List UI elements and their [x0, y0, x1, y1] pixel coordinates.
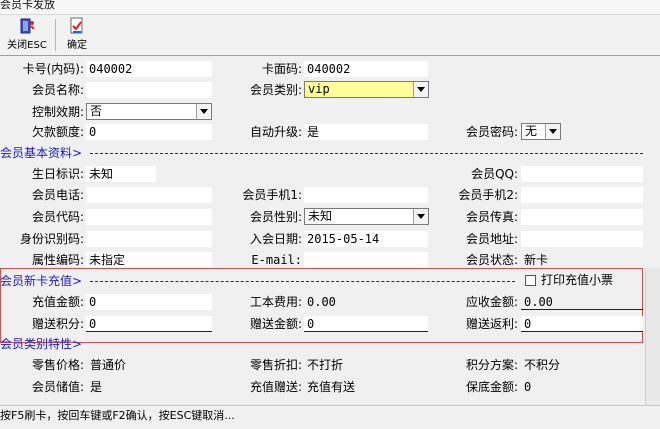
- join-date-label: 入会日期:: [249, 232, 302, 246]
- bonus-amount-label: 赠送金额:: [249, 317, 302, 331]
- exit-door-icon: [20, 18, 35, 34]
- mobile2-field[interactable]: [521, 187, 643, 203]
- discount-label: 零售折扣:: [249, 358, 302, 372]
- member-code-field[interactable]: [86, 209, 212, 225]
- email-label: E-mail:: [251, 253, 302, 267]
- qq-field[interactable]: [521, 166, 643, 182]
- birthday-label: 生日标识:: [31, 167, 84, 181]
- member-name-field[interactable]: [86, 82, 212, 98]
- member-password-value: 无: [525, 124, 538, 138]
- member-status-field: 新卡: [524, 253, 549, 267]
- confirm-label: 确定: [67, 40, 87, 51]
- bonus-rebate-label: 赠送返利:: [465, 317, 518, 331]
- close-esc-button[interactable]: 关闭ESC: [4, 17, 50, 53]
- qq-label: 会员QQ:: [471, 167, 518, 181]
- birthday-field[interactable]: 未知: [86, 166, 156, 182]
- card-no-field[interactable]: 040002: [86, 61, 212, 77]
- stored-value-value: 是: [90, 380, 103, 394]
- sale-price-label: 零售价格:: [31, 358, 84, 372]
- phone-label: 会员电话:: [31, 188, 84, 202]
- section-member-category: 会员类别特性>: [0, 337, 83, 351]
- section-divider: [90, 153, 643, 154]
- auto-upgrade-label: 自动升级:: [249, 125, 302, 139]
- email-field[interactable]: [304, 252, 428, 268]
- mobile2-label: 会员手机2:: [458, 188, 518, 202]
- vertical-scrollbar[interactable]: [645, 268, 660, 405]
- member-password-label: 会员密码:: [465, 125, 518, 139]
- attr-code-field[interactable]: 未指定: [86, 252, 212, 268]
- chevron-down-icon[interactable]: [413, 82, 428, 97]
- discount-value: 不打折: [307, 358, 344, 372]
- confirm-button[interactable]: 确定: [60, 17, 94, 53]
- address-label: 会员地址:: [465, 232, 518, 246]
- id-code-label: 身份识别码:: [19, 232, 84, 246]
- debt-limit-label: 欠款额度:: [31, 125, 84, 139]
- print-receipt-label: 打印充值小票: [541, 273, 614, 287]
- fax-label: 会员传真:: [465, 210, 518, 224]
- card-face-label: 卡面码:: [261, 62, 302, 76]
- member-type-value: vip: [308, 82, 330, 96]
- toolbar-separator: [55, 19, 56, 51]
- fax-field[interactable]: [521, 209, 643, 225]
- stored-value-label: 会员储值:: [31, 380, 84, 394]
- phone-field[interactable]: [86, 187, 212, 203]
- fee-field: 0.00: [307, 295, 336, 309]
- toolbar: 关闭ESC 确定: [0, 15, 660, 56]
- print-receipt-checkbox[interactable]: [525, 275, 536, 286]
- mobile1-field[interactable]: [304, 187, 428, 203]
- card-face-field[interactable]: 040002: [304, 61, 428, 77]
- window-title: 会员卡发放: [0, 0, 55, 11]
- bonus-rebate-field[interactable]: 0: [521, 316, 643, 332]
- fee-label: 工本费用:: [249, 295, 302, 309]
- deposit-value: 0: [524, 380, 532, 394]
- status-bar: 按F5刷卡，按回车键或F2确认，按ESC键取消...: [0, 405, 660, 429]
- member-password-select[interactable]: 无: [521, 123, 561, 140]
- member-name-label: 会员名称:: [31, 83, 84, 97]
- confirm-document-icon: [70, 17, 83, 34]
- deposit-label: 保底金额:: [465, 380, 518, 394]
- recharge-gift-value: 充值有送: [307, 380, 356, 394]
- member-code-label: 会员代码:: [31, 210, 84, 224]
- sale-price-value: 普通价: [90, 358, 127, 372]
- bonus-amount-field[interactable]: 0: [304, 316, 428, 332]
- minimize-button[interactable]: [598, 0, 620, 13]
- receivable-label: 应收金额:: [465, 295, 518, 309]
- attr-code-label: 属性编码:: [31, 253, 84, 267]
- auto-upgrade-field[interactable]: 是: [304, 124, 428, 140]
- points-scheme-value: 不积分: [524, 358, 561, 372]
- points-scheme-label: 积分方案:: [465, 358, 518, 372]
- bonus-points-label: 赠送积分:: [31, 317, 84, 331]
- gender-select[interactable]: 未知: [304, 208, 429, 225]
- section-divider: [90, 281, 515, 282]
- id-code-field[interactable]: [86, 231, 212, 247]
- join-date-field[interactable]: 2015-05-14: [304, 231, 428, 247]
- card-no-label: 卡号(内码):: [22, 62, 84, 76]
- control-validity-select[interactable]: 否: [86, 103, 212, 120]
- gender-value: 未知: [308, 209, 333, 223]
- chevron-down-icon[interactable]: [545, 124, 560, 139]
- mobile1-label: 会员手机1:: [242, 188, 302, 202]
- close-esc-label: 关闭ESC: [7, 40, 47, 51]
- recharge-amount-field[interactable]: 0: [86, 294, 212, 310]
- chevron-down-icon[interactable]: [196, 104, 211, 119]
- maximize-button[interactable]: [620, 0, 642, 13]
- section-new-card-recharge: 会员新卡充值>: [0, 274, 83, 288]
- receivable-field: 0.00: [521, 294, 643, 310]
- recharge-gift-label: 充值赠送:: [249, 380, 302, 394]
- address-field[interactable]: [521, 231, 643, 247]
- bonus-points-field[interactable]: 0: [86, 316, 212, 332]
- member-status-label: 会员状态:: [465, 253, 518, 267]
- member-type-label: 会员类别:: [249, 83, 302, 97]
- gender-label: 会员性别:: [249, 210, 302, 224]
- recharge-amount-label: 充值金额:: [31, 295, 84, 309]
- control-validity-value: 否: [90, 104, 103, 118]
- status-text: 按F5刷卡，按回车键或F2确认，按ESC键取消...: [0, 409, 235, 422]
- debt-limit-field[interactable]: 0: [86, 124, 212, 140]
- member-type-select[interactable]: vip: [304, 81, 429, 98]
- section-basic-profile: 会员基本资料>: [0, 146, 83, 160]
- chevron-down-icon[interactable]: [413, 209, 428, 224]
- title-bar: 会员卡发放: [0, 0, 660, 15]
- control-validity-label: 控制效期:: [31, 105, 84, 119]
